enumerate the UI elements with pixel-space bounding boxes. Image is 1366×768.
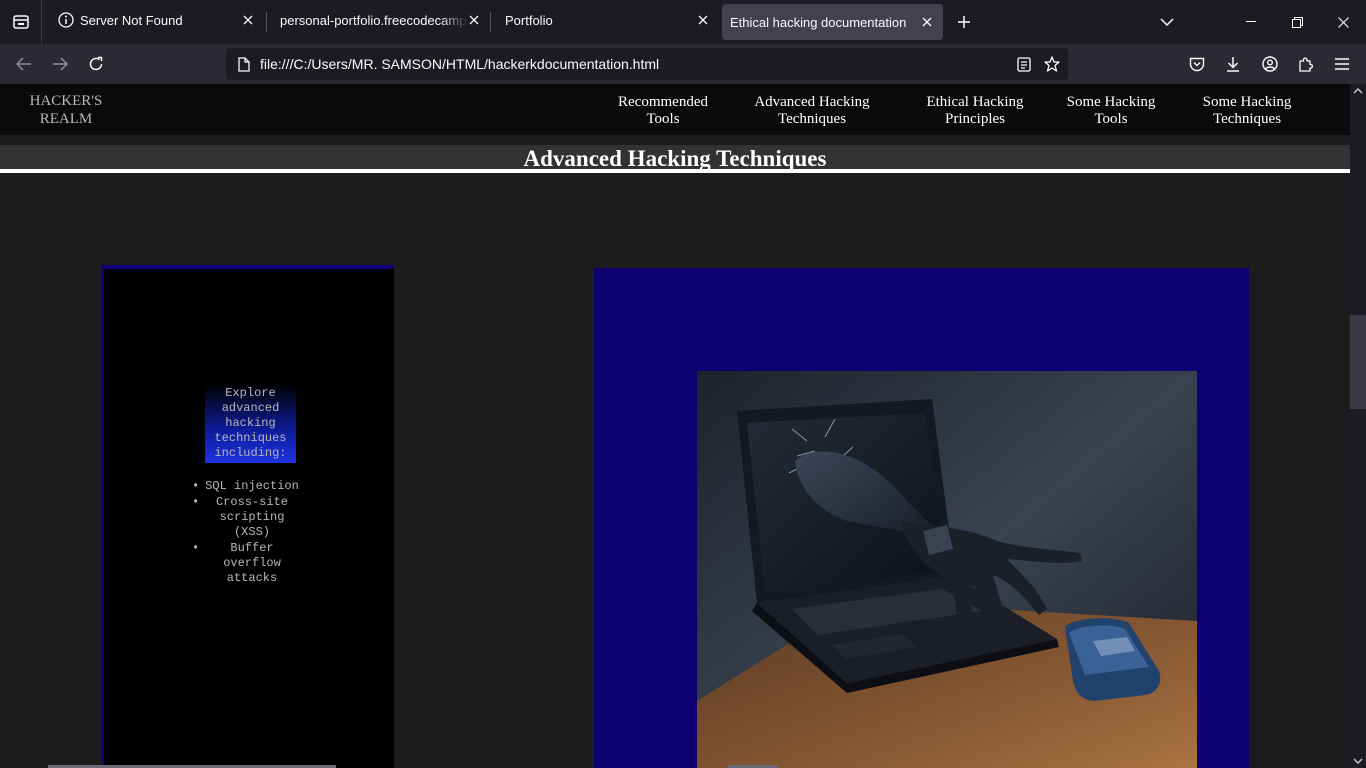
puzzle-icon bbox=[1299, 57, 1313, 72]
download-icon bbox=[1227, 57, 1239, 72]
tab-title: personal-portfolio.freecodecamp.ro bbox=[280, 12, 468, 28]
account-icon bbox=[1262, 56, 1278, 72]
firefox-view-icon bbox=[12, 15, 29, 29]
forward-button[interactable] bbox=[44, 48, 76, 80]
bookmark-star-icon[interactable] bbox=[1038, 48, 1066, 80]
nav-link-some-hacking-techniques[interactable]: Some Hacking Techniques bbox=[1196, 94, 1298, 128]
nav-link-some-hacking-tools[interactable]: Some Hacking Tools bbox=[1060, 94, 1162, 128]
list-item: • Buffer overflow attacks bbox=[192, 541, 302, 586]
new-tab-button[interactable] bbox=[942, 0, 986, 44]
tab-ethical-hacking-documentation[interactable]: Ethical hacking documentation bbox=[722, 4, 943, 40]
intro-line: hacking bbox=[225, 416, 276, 430]
nav-link-line: Principles bbox=[945, 111, 1005, 127]
nav-link-line: Tools bbox=[646, 111, 680, 127]
nav-link-recommended-tools[interactable]: Recommended Tools bbox=[610, 94, 716, 128]
close-tab-icon[interactable] bbox=[240, 12, 256, 28]
section-title: Advanced Hacking Techniques bbox=[0, 145, 1350, 173]
tab-title: Ethical hacking documentation bbox=[730, 14, 907, 30]
image-panel bbox=[594, 268, 1249, 768]
close-tab-icon[interactable] bbox=[695, 12, 711, 28]
pocket-icon bbox=[1189, 57, 1205, 71]
intro-line: advanced bbox=[221, 401, 280, 415]
menu-button[interactable] bbox=[1326, 48, 1358, 80]
intro-line: including: bbox=[214, 446, 287, 460]
restore-button[interactable] bbox=[1274, 0, 1320, 44]
reload-button[interactable] bbox=[80, 48, 112, 80]
nav-link-line: Techniques bbox=[1212, 111, 1282, 127]
arrow-left-icon bbox=[16, 57, 31, 71]
nav-link-ethical-hacking-principles[interactable]: Ethical Hacking Principles bbox=[918, 94, 1032, 128]
minimize-icon bbox=[1246, 21, 1256, 22]
bullet-icon: • bbox=[192, 495, 200, 509]
hamburger-menu-icon bbox=[1335, 58, 1349, 70]
url-text[interactable]: file:///C:/Users/MR. SAMSON/HTML/hackerk… bbox=[260, 56, 659, 72]
list-item-text: Buffer bbox=[230, 541, 274, 555]
chevron-down-icon bbox=[1160, 18, 1174, 26]
tab-freecodecamp[interactable]: personal-portfolio.freecodecamp.ro bbox=[266, 0, 490, 40]
navigation-toolbar: file:///C:/Users/MR. SAMSON/HTML/hackerk… bbox=[0, 44, 1366, 84]
bullet-icon: • bbox=[192, 541, 200, 555]
nav-link-advanced-hacking-techniques[interactable]: Advanced Hacking Techniques bbox=[746, 94, 878, 128]
scroll-up-icon[interactable] bbox=[1350, 84, 1366, 98]
tab-title: Server Not Found bbox=[80, 12, 183, 28]
list-all-tabs-button[interactable] bbox=[1144, 0, 1190, 44]
nav-link-line: Ethical Hacking bbox=[926, 94, 1024, 110]
page-content: HACKER'S REALM Recommended Tools Advance… bbox=[0, 84, 1350, 768]
site-logo[interactable]: HACKER'S REALM bbox=[22, 92, 110, 128]
pocket-button[interactable] bbox=[1181, 48, 1213, 80]
techniques-list: • SQL injection • Cross-site scripting (… bbox=[192, 479, 302, 587]
close-tab-icon[interactable] bbox=[466, 12, 482, 28]
extensions-button[interactable] bbox=[1290, 48, 1322, 80]
techniques-card: Explore advanced hacking techniques incl… bbox=[101, 265, 394, 768]
list-item-text: overflow bbox=[223, 556, 281, 570]
downloads-button[interactable] bbox=[1217, 48, 1249, 80]
minimize-button[interactable] bbox=[1228, 0, 1274, 44]
info-icon bbox=[58, 12, 74, 28]
scroll-down-icon[interactable] bbox=[1350, 754, 1366, 768]
vertical-scrollbar[interactable] bbox=[1350, 84, 1366, 768]
scrollbar-thumb[interactable] bbox=[1350, 315, 1366, 409]
reader-view-icon[interactable] bbox=[1010, 48, 1038, 80]
list-item: • SQL injection bbox=[192, 479, 302, 494]
intro-line: Explore bbox=[225, 386, 276, 400]
site-header: HACKER'S REALM Recommended Tools Advance… bbox=[0, 84, 1350, 135]
back-button[interactable] bbox=[8, 48, 40, 80]
list-item-text: SQL injection bbox=[205, 479, 299, 493]
intro-text: Explore advanced hacking techniques incl… bbox=[205, 384, 296, 463]
list-item-text: Cross-site bbox=[215, 495, 288, 509]
nav-link-line: Techniques bbox=[777, 111, 847, 127]
tab-portfolio[interactable]: Portfolio bbox=[491, 0, 719, 40]
arrow-right-icon bbox=[53, 57, 68, 71]
close-icon bbox=[1337, 16, 1349, 28]
nav-link-line: Tools bbox=[1094, 111, 1128, 127]
list-item: • Cross-site scripting (XSS) bbox=[192, 495, 302, 540]
tab-title: Portfolio bbox=[505, 12, 553, 28]
reload-icon bbox=[89, 56, 103, 71]
bullet-icon: • bbox=[192, 479, 200, 493]
page-icon[interactable] bbox=[230, 48, 258, 80]
nav-link-line: Some Hacking bbox=[1202, 94, 1292, 110]
tab-server-not-found[interactable]: Server Not Found bbox=[44, 0, 264, 40]
list-item-text: scripting bbox=[219, 510, 285, 524]
url-bar[interactable]: file:///C:/Users/MR. SAMSON/HTML/hackerk… bbox=[226, 48, 1068, 80]
logo-line-2: REALM bbox=[39, 111, 93, 127]
list-item-text: (XSS) bbox=[233, 525, 270, 539]
tab-strip: Server Not Found personal-portfolio.free… bbox=[0, 0, 1366, 44]
intro-line: techniques bbox=[214, 431, 287, 445]
hacker-hand-laptop-image bbox=[697, 371, 1197, 768]
nav-link-line: Some Hacking bbox=[1066, 94, 1156, 110]
close-window-button[interactable] bbox=[1320, 0, 1366, 44]
list-item-text: attacks bbox=[226, 571, 278, 585]
logo-line-1: HACKER'S bbox=[29, 93, 103, 109]
firefox-view-button[interactable] bbox=[0, 0, 42, 44]
nav-link-line: Recommended bbox=[618, 94, 708, 110]
restore-icon bbox=[1291, 16, 1303, 28]
close-tab-icon[interactable] bbox=[919, 14, 935, 30]
plus-icon bbox=[958, 16, 970, 28]
nav-link-line: Advanced Hacking bbox=[754, 94, 870, 110]
account-button[interactable] bbox=[1254, 48, 1286, 80]
